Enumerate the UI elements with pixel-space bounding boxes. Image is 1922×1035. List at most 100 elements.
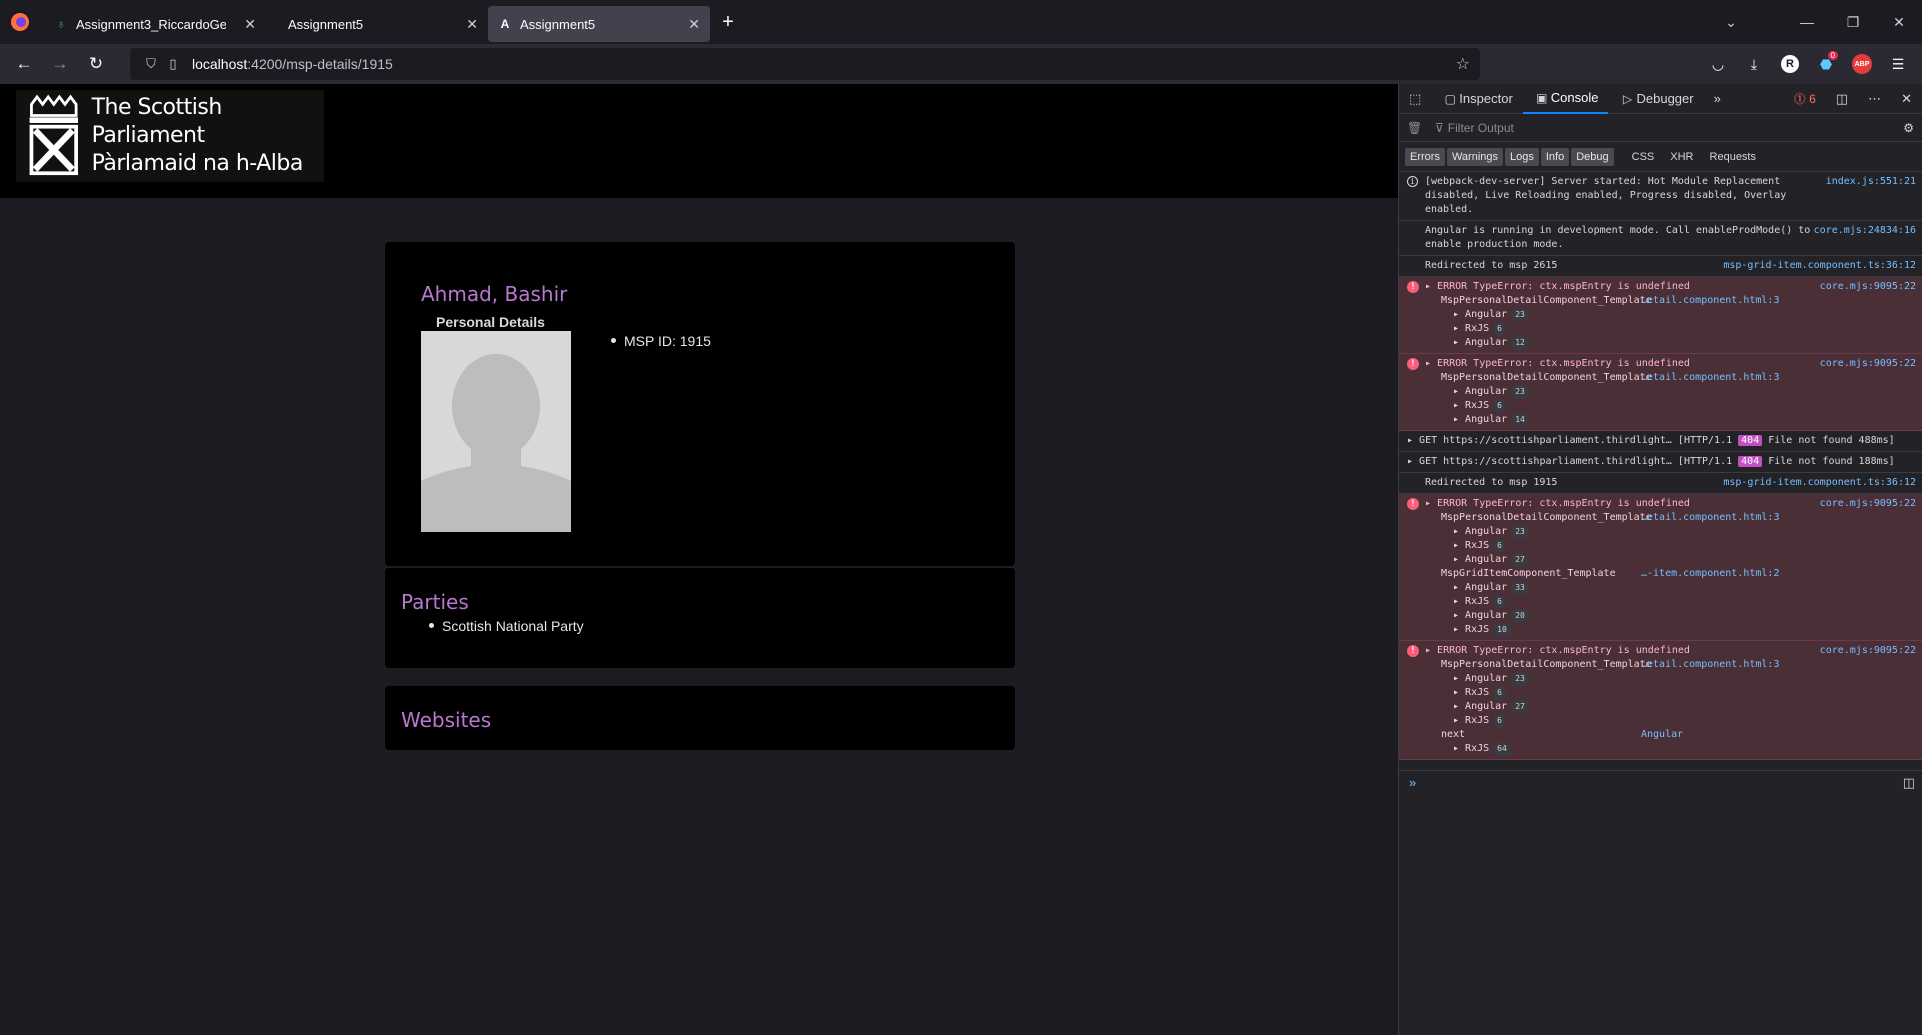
close-icon[interactable]: ✕ [244, 16, 256, 33]
stack-group[interactable]: ▸ RxJS 6 [1425, 595, 1916, 609]
editor-mode-icon[interactable]: ◫ [1903, 775, 1922, 791]
error-count-badge[interactable]: ⓵ 6 [1794, 90, 1826, 107]
close-devtools-icon[interactable]: ✕ [1891, 84, 1922, 114]
stack-group[interactable]: ▸ Angular 23 [1425, 308, 1916, 322]
message-source-link[interactable]: index.js:551:21 [1826, 175, 1916, 189]
stack-group[interactable]: ▸ Angular 27 [1425, 700, 1916, 714]
more-tabs-icon[interactable]: » [1704, 84, 1731, 114]
message-source-link[interactable]: core.mjs:9095:22 [1820, 280, 1916, 294]
stack-group[interactable]: ▸ Angular 23 [1425, 385, 1916, 399]
more-options-icon[interactable]: ⋯ [1858, 84, 1891, 114]
message-source-link[interactable]: core.mjs:9095:22 [1820, 644, 1916, 658]
tab-inspector[interactable]: ▢ Inspector [1431, 84, 1522, 114]
reload-icon[interactable]: ↻ [78, 48, 114, 80]
menu-icon[interactable]: ☰ [1880, 48, 1916, 80]
debugger-icon: ▷ [1622, 91, 1633, 106]
stack-source-link[interactable]: …etail.component.html:3 [1641, 658, 1779, 672]
message-source-link[interactable]: core.mjs:9095:22 [1820, 357, 1916, 371]
stack-source-link[interactable]: …etail.component.html:3 [1641, 511, 1779, 525]
stack-group[interactable]: ▸ Angular 23 [1425, 672, 1916, 686]
message-source-link[interactable]: msp-grid-item.component.ts:36:12 [1723, 259, 1916, 273]
filter-logs[interactable]: Logs [1505, 147, 1539, 166]
message-source-link[interactable]: core.mjs:24834:16 [1814, 224, 1916, 238]
settings-icon[interactable]: ⚙ [1903, 121, 1922, 135]
inspector-icon: ▢ [1444, 91, 1456, 106]
tab-console[interactable]: ▣ Console [1522, 84, 1609, 114]
message-source-link[interactable]: msp-grid-item.component.ts:36:12 [1723, 476, 1916, 490]
stack-group[interactable]: ▸ RxJS 6 [1425, 714, 1916, 728]
logo-line-2: Pàrlamaid na h-Alba [91, 151, 304, 176]
close-icon[interactable]: ✕ [688, 16, 700, 33]
scottish-parliament-logo[interactable]: The Scottish Parliament Pàrlamaid na h-A… [16, 90, 324, 182]
network-request-row[interactable]: ▸ GET https://scottishparliament.thirdli… [1399, 452, 1922, 473]
angular-icon: A [500, 17, 510, 31]
dock-icon[interactable]: ◫ [1826, 84, 1858, 114]
minimize-icon[interactable]: — [1784, 14, 1830, 30]
adblock-icon[interactable]: ABP [1844, 48, 1880, 80]
stack-group[interactable]: ▸ RxJS 64 [1425, 742, 1916, 756]
stack-group[interactable]: ▸ Angular 27 [1425, 553, 1916, 567]
msp-id: MSP ID: 1915 [611, 333, 711, 349]
extension-icon[interactable]: ⬣ 0 [1808, 48, 1844, 80]
stack-group[interactable]: ▸ Angular 12 [1425, 336, 1916, 350]
stack-group[interactable]: ▸ RxJS 6 [1425, 686, 1916, 700]
filter-warnings[interactable]: Warnings [1446, 147, 1504, 166]
download-icon[interactable]: ⤓ [1736, 48, 1772, 80]
crest-icon [29, 94, 78, 176]
forward-icon[interactable]: → [42, 48, 78, 80]
filter-requests[interactable]: Requests [1702, 148, 1764, 166]
filter-css[interactable]: CSS [1624, 148, 1663, 166]
message-source-link[interactable]: core.mjs:9095:22 [1820, 497, 1916, 511]
account-icon[interactable]: R [1772, 48, 1808, 80]
stack-group[interactable]: ▸ Angular 14 [1425, 413, 1916, 427]
error-text: ERROR TypeError: ctx.mspEntry is undefin… [1437, 358, 1690, 369]
shield-icon[interactable]: ⛉ [140, 56, 162, 72]
group-count: 27 [1511, 700, 1529, 714]
filter-output-input[interactable]: Filter Output [1448, 121, 1514, 135]
bookmark-star-icon[interactable]: ☆ [1456, 54, 1470, 74]
stack-frame: MspPersonalDetailComponent_Template [1441, 295, 1652, 306]
close-icon[interactable]: ✕ [466, 16, 478, 33]
element-picker-icon[interactable]: ⬚ [1399, 84, 1431, 114]
console-error[interactable]: ! ▸ ERROR TypeError: ctx.mspEntry is und… [1399, 641, 1922, 760]
stack-group[interactable]: ▸ Angular 20 [1425, 609, 1916, 623]
console-icon: ▣ [1536, 90, 1548, 105]
network-request-row[interactable]: ▸ GET https://scottishparliament.thirdli… [1399, 431, 1922, 452]
console-input[interactable]: » ◫ [1399, 770, 1922, 794]
tab-debugger[interactable]: ▷ Debugger [1608, 84, 1703, 114]
group-count: 6 [1493, 322, 1506, 336]
stack-group[interactable]: ▸ Angular 23 [1425, 525, 1916, 539]
console-error[interactable]: ! ▸ ERROR TypeError: ctx.mspEntry is und… [1399, 277, 1922, 354]
filter-info[interactable]: Info [1540, 147, 1570, 166]
tab-assignment5-active[interactable]: A Assignment5 ✕ [488, 6, 710, 42]
error-icon: ! [1407, 498, 1419, 510]
chevron-down-icon[interactable]: ⌄ [1708, 14, 1754, 31]
console-message: i [webpack-dev-server] Server started: H… [1399, 172, 1922, 221]
tab-assignment5[interactable]: Assignment5 ✕ [266, 6, 488, 42]
stack-group[interactable]: ▸ RxJS 10 [1425, 623, 1916, 637]
close-window-icon[interactable]: ✕ [1876, 14, 1922, 31]
stack-source-link[interactable]: …etail.component.html:3 [1641, 294, 1779, 308]
stack-group[interactable]: ▸ RxJS 6 [1425, 399, 1916, 413]
back-icon[interactable]: ← [6, 48, 42, 80]
filter-xhr[interactable]: XHR [1662, 148, 1701, 166]
tab-assignment3[interactable]: ♁ Assignment3_RiccardoGennaro ✕ [44, 6, 266, 42]
filter-errors[interactable]: Errors [1405, 147, 1445, 166]
firefox-icon[interactable] [10, 12, 30, 32]
tab-title: Assignment5 [288, 16, 364, 32]
url-bar[interactable]: ⛉ ▯ localhost:4200/msp-details/1915 ☆ [130, 48, 1480, 80]
stack-source-link[interactable]: Angular [1641, 728, 1683, 742]
new-tab-button[interactable]: + [714, 8, 742, 36]
trash-icon[interactable]: 🗑 [1407, 121, 1429, 135]
group-count: 10 [1493, 623, 1511, 637]
stack-source-link[interactable]: …-item.component.html:2 [1641, 567, 1779, 581]
restore-icon[interactable]: ❐ [1830, 14, 1876, 31]
console-error[interactable]: ! ▸ ERROR TypeError: ctx.mspEntry is und… [1399, 494, 1922, 641]
stack-group[interactable]: ▸ RxJS 6 [1425, 539, 1916, 553]
stack-source-link[interactable]: …etail.component.html:3 [1641, 371, 1779, 385]
console-error[interactable]: ! ▸ ERROR TypeError: ctx.mspEntry is und… [1399, 354, 1922, 431]
pocket-icon[interactable]: ◡ [1700, 48, 1736, 80]
stack-group[interactable]: ▸ RxJS 6 [1425, 322, 1916, 336]
filter-debug[interactable]: Debug [1571, 147, 1614, 166]
stack-group[interactable]: ▸ Angular 33 [1425, 581, 1916, 595]
